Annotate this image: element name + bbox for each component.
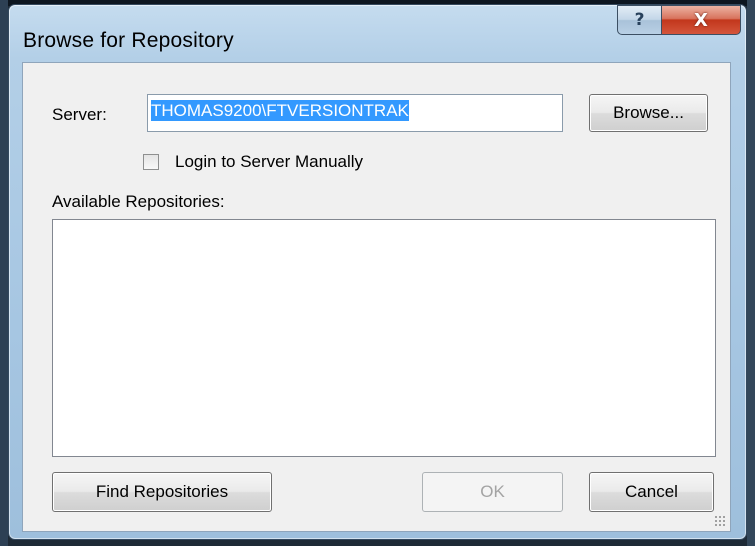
- find-repositories-button[interactable]: Find Repositories: [52, 472, 272, 512]
- login-manually-checkbox[interactable]: [143, 154, 159, 170]
- help-button[interactable]: ?: [617, 5, 661, 35]
- close-button[interactable]: X: [661, 5, 741, 35]
- background-edge-left: [0, 0, 8, 546]
- cancel-button[interactable]: Cancel: [589, 472, 714, 512]
- help-icon: ?: [634, 10, 645, 30]
- close-icon: X: [694, 9, 708, 31]
- browse-button[interactable]: Browse...: [589, 94, 708, 132]
- server-input-selected-text: THOMAS9200\FTVERSIONTRAK: [151, 100, 409, 121]
- ok-button: OK: [422, 472, 563, 512]
- caption-buttons: ? X: [617, 5, 741, 35]
- browse-repository-dialog: Browse for Repository ? X Server: THOMAS…: [8, 4, 747, 540]
- dialog-title: Browse for Repository: [23, 29, 234, 52]
- server-input[interactable]: THOMAS9200\FTVERSIONTRAK: [147, 94, 563, 132]
- resize-grip-icon[interactable]: [714, 515, 726, 527]
- available-repositories-label: Available Repositories:: [52, 192, 225, 211]
- login-manually-label[interactable]: Login to Server Manually: [175, 152, 363, 172]
- background-edge-right: [747, 0, 755, 546]
- repositories-listbox[interactable]: [52, 219, 716, 457]
- login-manually-option[interactable]: Login to Server Manually: [143, 152, 363, 172]
- dialog-body: Server: THOMAS9200\FTVERSIONTRAK Browse.…: [22, 62, 731, 532]
- server-label: Server:: [52, 105, 107, 124]
